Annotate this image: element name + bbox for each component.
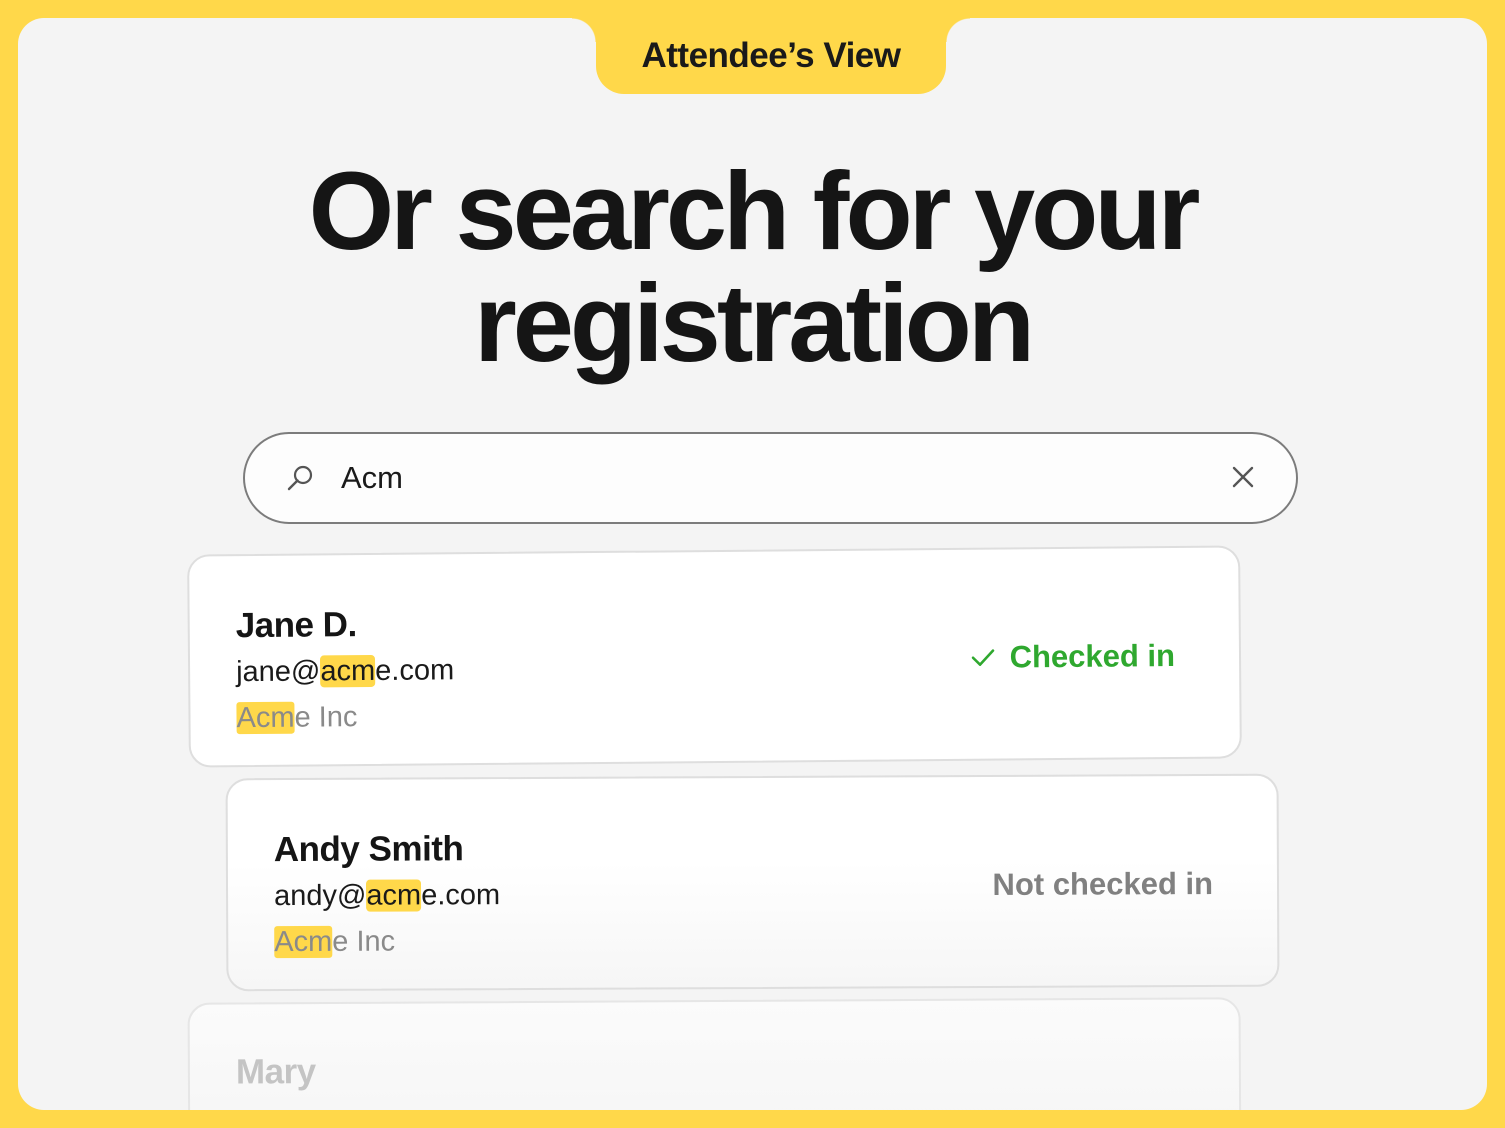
company-suffix: e Inc bbox=[332, 925, 396, 958]
email-suffix: e.com bbox=[375, 654, 455, 687]
result-card[interactable]: Jane D. jane@acme.com Acme Inc Checked i… bbox=[187, 545, 1242, 768]
search-icon bbox=[287, 465, 313, 491]
company-suffix: e Inc bbox=[294, 701, 358, 734]
attendee-company: Acme Inc bbox=[236, 701, 358, 735]
result-card[interactable]: Mary bbox=[187, 997, 1242, 1110]
check-icon bbox=[971, 649, 994, 666]
attendee-email: andy@acme.com bbox=[274, 879, 500, 913]
company-match-highlight: Acm bbox=[236, 701, 295, 735]
email-suffix: e.com bbox=[421, 879, 501, 912]
email-match-highlight: acm bbox=[320, 654, 376, 688]
email-match-highlight: acm bbox=[366, 879, 422, 912]
status-label: Checked in bbox=[1009, 637, 1176, 675]
attendee-company: Acme Inc bbox=[274, 926, 395, 960]
status-badge: Checked in bbox=[969, 638, 1175, 676]
status-label: Not checked in bbox=[992, 865, 1214, 902]
email-prefix: jane@ bbox=[235, 655, 321, 689]
attendee-name: Jane D. bbox=[235, 605, 357, 646]
page-title: Or search for your registration bbox=[308, 150, 1201, 385]
company-match-highlight: Acm bbox=[274, 925, 333, 959]
attendee-email: jane@acme.com bbox=[236, 654, 454, 689]
email-prefix: andy@ bbox=[273, 879, 367, 913]
app-frame: Attendee’s View Or search for your regis… bbox=[18, 18, 1487, 1110]
attendee-name: Mary bbox=[235, 1052, 316, 1092]
close-icon[interactable] bbox=[1228, 462, 1258, 492]
view-tab: Attendee’s View bbox=[572, 18, 970, 94]
result-card[interactable]: Andy Smith andy@acme.com Acme Inc Not ch… bbox=[225, 773, 1280, 992]
search-value[interactable]: Acm bbox=[341, 460, 403, 496]
attendee-name: Andy Smith bbox=[273, 829, 464, 870]
search-input[interactable]: Acm bbox=[243, 432, 1298, 524]
